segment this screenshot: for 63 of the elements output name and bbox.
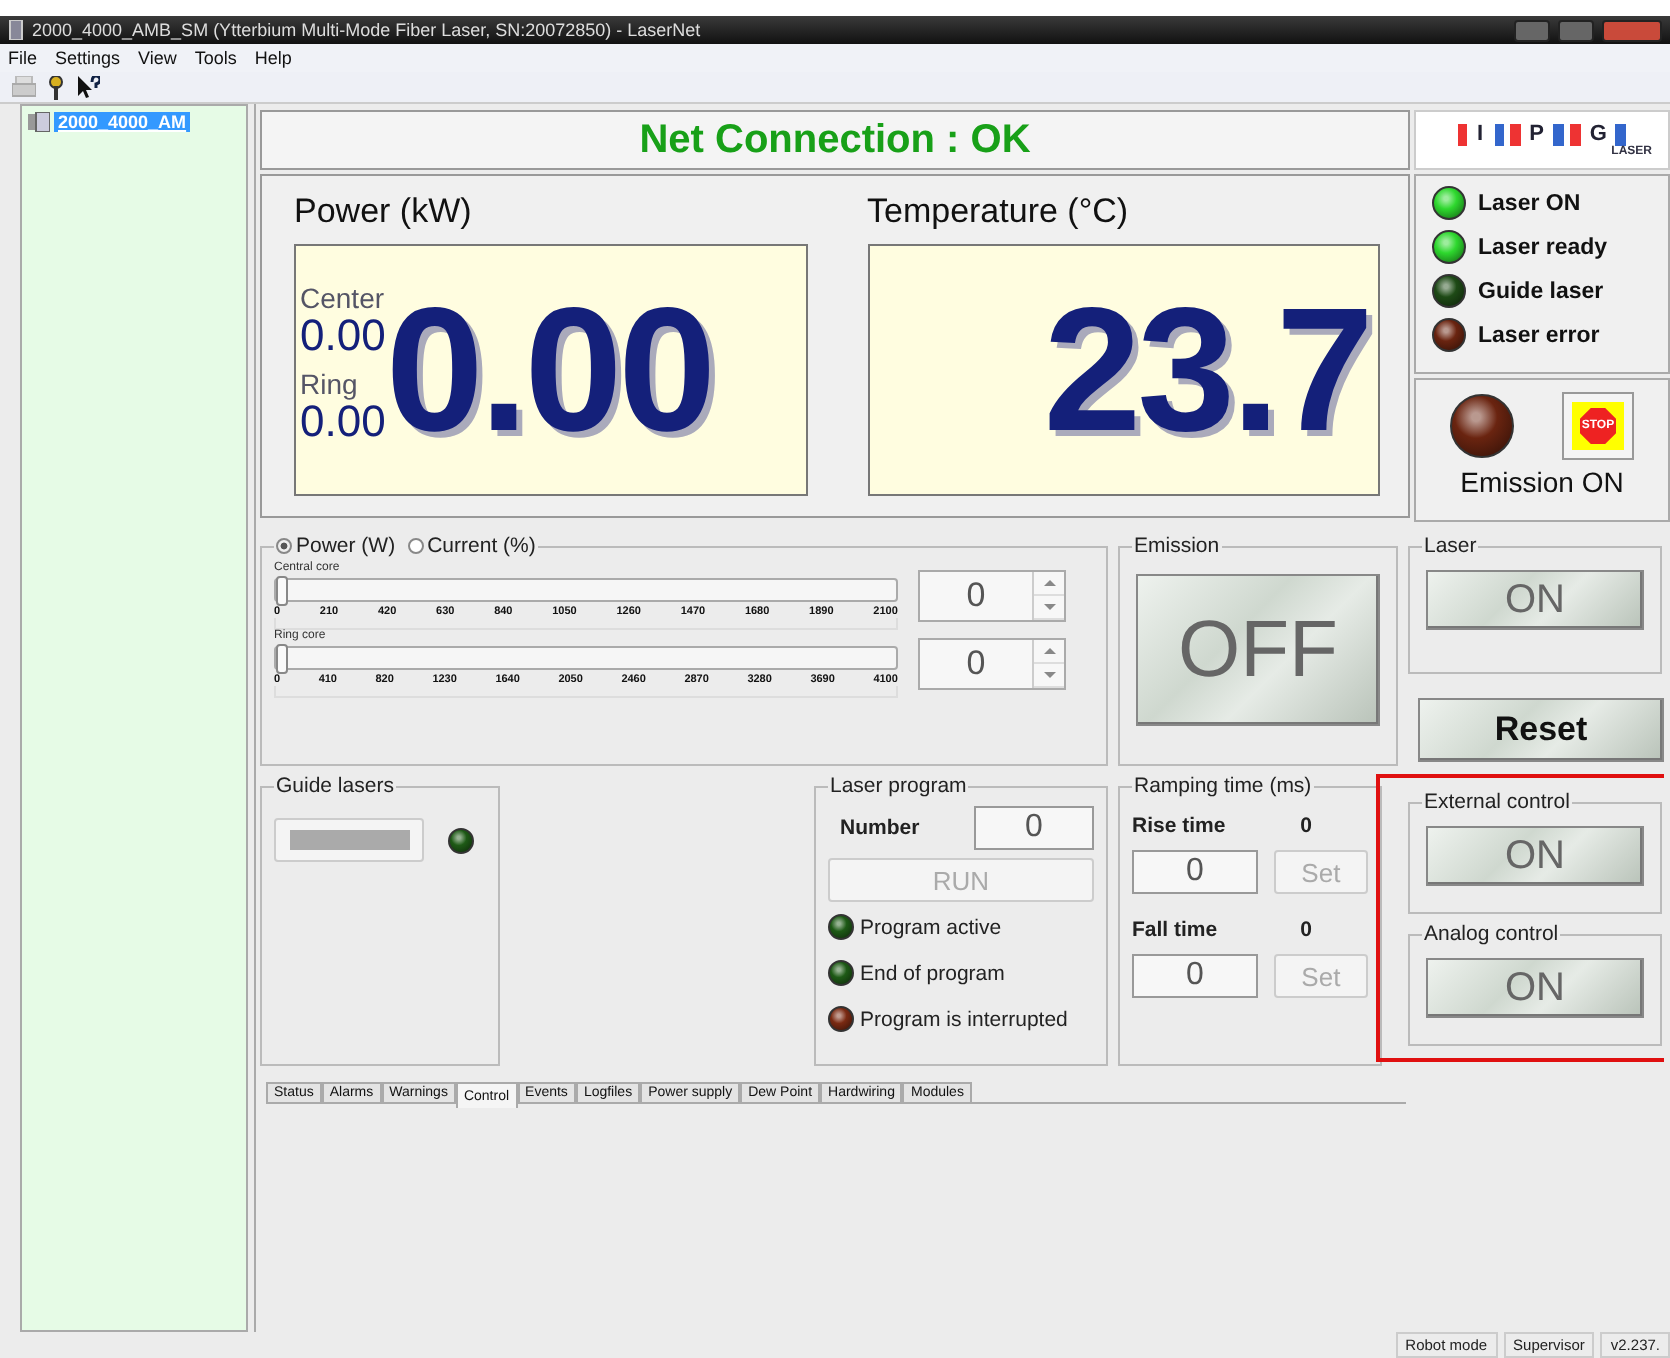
group-title: Laser xyxy=(1424,534,1477,558)
group-title: Analog control xyxy=(1424,922,1559,946)
group-title: Guide lasers xyxy=(276,774,394,798)
group-title: Ramping time (ms) xyxy=(1134,774,1312,798)
menu-item[interactable]: Settings xyxy=(55,48,121,68)
logo-letter: P xyxy=(1509,123,1564,145)
mode-radio[interactable]: Current (%) xyxy=(407,534,536,558)
temperature-value: 23.7 xyxy=(1043,268,1370,472)
logo-letter: I xyxy=(1457,123,1504,145)
maximize-button[interactable] xyxy=(1558,19,1594,41)
emission-button[interactable]: OFF xyxy=(1136,574,1380,726)
menu-item[interactable]: File xyxy=(8,48,38,68)
control-button[interactable]: ON xyxy=(1426,826,1644,886)
indicator-label: Program active xyxy=(860,915,1002,939)
app-icon xyxy=(8,20,24,40)
slider-thumb[interactable] xyxy=(276,576,288,606)
panel-title: Power (kW) xyxy=(294,192,474,232)
menu-item[interactable]: View xyxy=(138,48,177,68)
field-label: Number xyxy=(840,816,920,840)
laser-button[interactable]: ON xyxy=(1426,570,1644,630)
indicator-label: Laser error xyxy=(1478,323,1600,347)
value-spinner[interactable]: 0 xyxy=(918,570,1066,622)
time-reading: 0 xyxy=(1300,918,1312,942)
power-slider[interactable] xyxy=(274,646,898,670)
value-spinner[interactable]: 0 xyxy=(918,638,1066,690)
device-icon xyxy=(28,112,50,132)
indicator-label: Laser ON xyxy=(1478,191,1581,215)
key-icon[interactable] xyxy=(48,75,64,99)
group-title: External control xyxy=(1424,790,1570,814)
time-field[interactable]: 0 xyxy=(1132,850,1258,894)
window-title: 2000_4000_AMB_SM (Ytterbium Multi-Mode Fiber Laser, SN:20072850) - LaserNet xyxy=(32,20,703,40)
panel-title: Temperature (°C) xyxy=(867,192,1131,232)
power-slider[interactable] xyxy=(274,578,898,602)
printer-icon[interactable] xyxy=(12,76,36,98)
field-label: Fall time xyxy=(1132,918,1218,942)
slider-thumb[interactable] xyxy=(276,644,288,674)
indicator-label: Program is interrupted xyxy=(860,1007,1068,1031)
group-title: Laser program xyxy=(830,774,967,798)
indicator-label: Guide laser xyxy=(1478,279,1604,303)
close-button[interactable] xyxy=(1602,19,1662,41)
reset-button[interactable]: Reset xyxy=(1418,698,1664,762)
center-value: 0.00 xyxy=(300,314,386,358)
guide-laser-button[interactable] xyxy=(274,818,424,862)
field-label: Rise time xyxy=(1132,814,1226,838)
menu-item[interactable]: Tools xyxy=(194,48,237,68)
time-field[interactable]: 0 xyxy=(1132,954,1258,998)
logo-letter: G xyxy=(1569,123,1627,145)
help-cursor-icon[interactable] xyxy=(76,75,100,99)
menu-item[interactable]: Help xyxy=(254,48,292,68)
mode-radio[interactable]: Power (W) xyxy=(276,534,396,558)
connection-status: Net Connection : OK xyxy=(260,110,1410,170)
emission-status: Emission ON xyxy=(1460,466,1624,498)
center-label: Center xyxy=(300,284,386,314)
indicator-label: Laser ready xyxy=(1478,235,1608,259)
time-reading: 0 xyxy=(1300,814,1312,838)
ring-value: 0.00 xyxy=(300,400,386,444)
ring-label: Ring xyxy=(300,370,360,400)
control-button[interactable]: ON xyxy=(1426,958,1644,1018)
group-title: Emission xyxy=(1134,534,1220,558)
power-value: 0.00 xyxy=(385,268,713,472)
indicator-label: End of program xyxy=(860,961,1005,985)
number-field[interactable]: 0 xyxy=(974,806,1094,850)
minimize-button[interactable] xyxy=(1514,19,1550,41)
